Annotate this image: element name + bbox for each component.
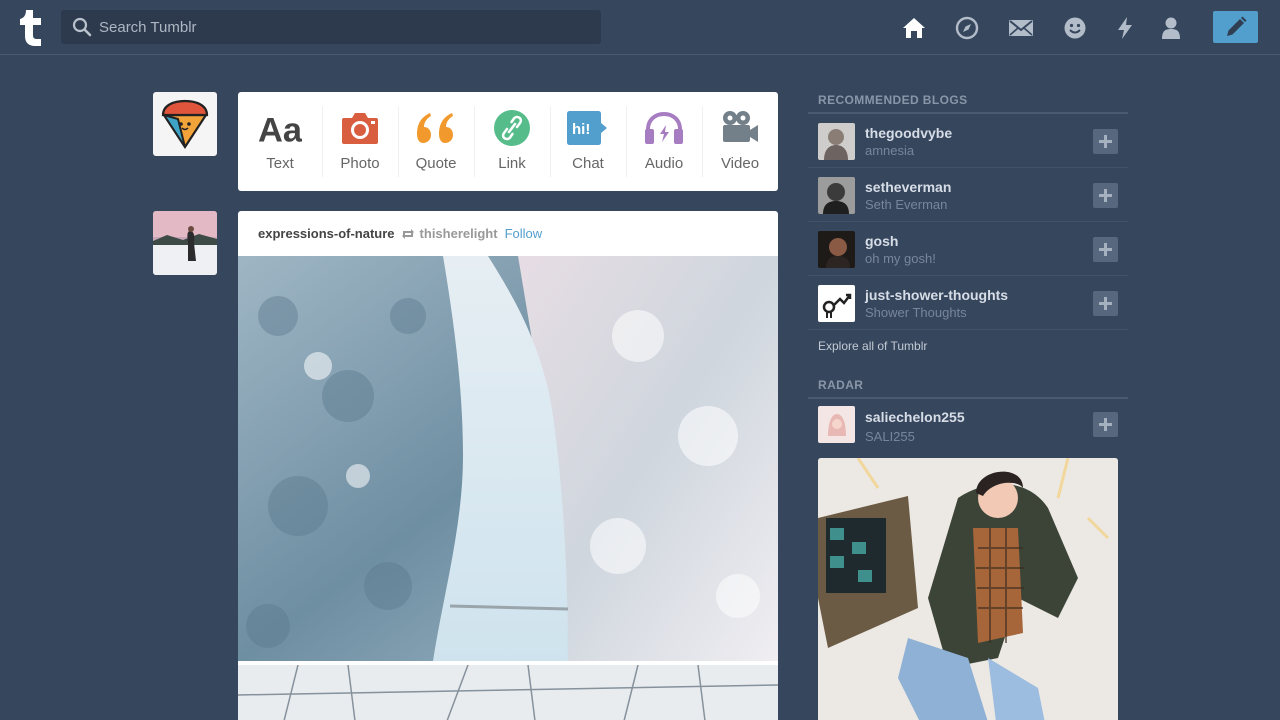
post-type-label: Link [498, 155, 526, 172]
camera-icon [338, 108, 382, 148]
post-type-label: Chat [572, 155, 604, 172]
blog-name[interactable]: setheverman [865, 179, 951, 195]
sidebar: RECOMMENDED BLOGS thegoodvybe amnesia se… [808, 88, 1128, 720]
account-icon[interactable] [1158, 15, 1184, 41]
inbox-icon[interactable] [1008, 15, 1034, 41]
recommended-blog-item[interactable]: setheverman Seth Everman [808, 168, 1128, 222]
blog-title: amnesia [865, 143, 915, 158]
radar-post-illustration[interactable] [818, 458, 1118, 720]
plus-icon [1099, 135, 1112, 148]
recommended-blog-item[interactable]: thegoodvybe amnesia [808, 114, 1128, 168]
quote-icon [414, 108, 458, 148]
plus-icon [1099, 243, 1112, 256]
post-reblog-source[interactable]: thisherelight [420, 226, 498, 241]
tumblr-logo-icon[interactable] [18, 8, 46, 46]
blog-title: oh my gosh! [865, 251, 936, 266]
blog-title: Seth Everman [865, 197, 948, 212]
top-navigation-bar [0, 0, 1280, 55]
post-type-label: Text [266, 155, 294, 172]
recommended-blog-item[interactable]: just-shower-thoughts Shower Thoughts [808, 276, 1128, 330]
post-type-photo-button[interactable]: Photo [322, 92, 398, 191]
chat-icon: hi! [566, 108, 610, 148]
blog-avatar[interactable] [818, 231, 855, 268]
plus-icon [1099, 297, 1112, 310]
explore-icon[interactable] [954, 15, 980, 41]
video-camera-icon [718, 108, 762, 148]
post-type-label: Photo [340, 155, 380, 172]
ice-cream-cone-avatar-icon [161, 99, 209, 150]
search-input[interactable] [99, 18, 579, 36]
post-author-avatar[interactable] [153, 211, 217, 275]
activity-icon[interactable] [1112, 15, 1138, 41]
post-type-quote-button[interactable]: Quote [398, 92, 474, 191]
post-header: expressions-of-nature thisherelight Foll… [238, 211, 778, 256]
text-icon: Aa [258, 108, 302, 148]
blog-avatar[interactable] [818, 406, 855, 443]
svg-text:hi!: hi! [572, 121, 590, 138]
search-icon [72, 17, 92, 37]
search-bar[interactable] [61, 10, 601, 44]
blog-avatar[interactable] [818, 177, 855, 214]
follow-blog-button[interactable] [1093, 237, 1118, 262]
reblog-icon [401, 228, 414, 239]
post-type-audio-button[interactable]: Audio [626, 92, 702, 191]
svg-text:Aa: Aa [258, 111, 302, 145]
headphones-icon [642, 108, 686, 148]
dashboard-post: expressions-of-nature thisherelight Foll… [238, 211, 778, 720]
follow-blog-button[interactable] [1093, 412, 1118, 437]
blog-title: SALI255 [865, 429, 915, 444]
home-icon[interactable] [901, 15, 927, 41]
blog-title: Shower Thoughts [865, 305, 967, 320]
blog-avatar[interactable] [818, 285, 855, 322]
messaging-icon[interactable] [1062, 15, 1088, 41]
recommended-blog-item[interactable]: gosh oh my gosh! [808, 222, 1128, 276]
post-photo-snowy-forest[interactable] [238, 256, 778, 661]
blog-name[interactable]: just-shower-thoughts [865, 287, 1008, 303]
follow-blog-button[interactable] [1093, 183, 1118, 208]
plus-icon [1099, 189, 1112, 202]
blog-name[interactable]: thegoodvybe [865, 125, 952, 141]
post-type-link-button[interactable]: Link [474, 92, 550, 191]
post-photo-snowy-trees[interactable] [238, 665, 778, 720]
recommended-blogs-heading: RECOMMENDED BLOGS [808, 88, 1128, 114]
post-type-label: Audio [644, 155, 684, 172]
blog-name[interactable]: gosh [865, 233, 898, 249]
compose-button[interactable] [1213, 11, 1258, 43]
blog-name[interactable]: saliechelon255 [865, 409, 965, 425]
follow-blog-button[interactable] [1093, 129, 1118, 154]
follow-link[interactable]: Follow [505, 226, 543, 241]
follow-blog-button[interactable] [1093, 291, 1118, 316]
blog-avatar[interactable] [818, 123, 855, 160]
user-avatar[interactable] [153, 92, 217, 156]
plus-icon [1099, 418, 1112, 431]
post-type-composer: Aa Text Photo Quote Link hi! Chat Audio … [238, 92, 778, 191]
pencil-icon [1226, 16, 1246, 36]
post-type-text-button[interactable]: Aa Text [238, 92, 322, 191]
post-type-label: Quote [415, 155, 457, 172]
post-blog-name[interactable]: expressions-of-nature [258, 226, 395, 241]
link-icon [490, 108, 534, 148]
radar-heading: RADAR [808, 373, 1128, 399]
post-type-video-button[interactable]: Video [702, 92, 778, 191]
explore-tumblr-link[interactable]: Explore all of Tumblr [808, 330, 1128, 370]
radar-blog-item[interactable]: saliechelon255 SALI255 [808, 399, 1128, 449]
post-type-chat-button[interactable]: hi! Chat [550, 92, 626, 191]
post-type-label: Video [720, 155, 760, 172]
